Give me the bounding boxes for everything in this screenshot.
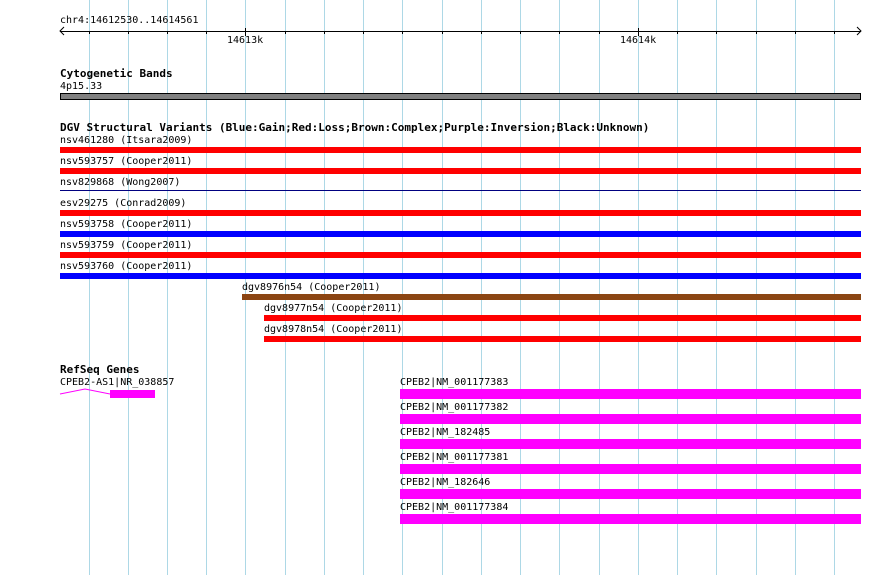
gene-bar[interactable] (400, 514, 861, 524)
gene-bar[interactable] (400, 489, 861, 499)
ruler-minor-tick (324, 31, 325, 34)
ruler-minor-tick (363, 31, 364, 34)
cytoband-track-title: Cytogenetic Bands (60, 67, 173, 80)
gene-bar[interactable] (400, 389, 861, 399)
ruler-minor-tick (481, 31, 482, 34)
dgv-variant-bar[interactable] (60, 252, 861, 258)
gene-label[interactable]: CPEB2-AS1|NR_038857 (60, 377, 174, 388)
dgv-variant-label[interactable]: nsv461280 (Itsara2009) (60, 135, 192, 146)
dgv-variant-bar[interactable] (60, 168, 861, 174)
grid-line (128, 0, 129, 575)
ruler-arrows (59, 26, 862, 36)
dgv-variant-bar[interactable] (60, 147, 861, 153)
gene-label[interactable]: CPEB2|NM_182646 (400, 477, 490, 488)
dgv-variant-bar[interactable] (60, 190, 861, 191)
dgv-variant-bar[interactable] (264, 336, 861, 342)
ruler-minor-tick (795, 31, 796, 34)
dgv-variant-bar[interactable] (264, 315, 861, 321)
ruler-minor-tick (206, 31, 207, 34)
ruler-minor-tick (756, 31, 757, 34)
ruler-minor-tick (520, 31, 521, 34)
dgv-variant-label[interactable]: nsv593758 (Cooper2011) (60, 219, 192, 230)
dgv-variant-label[interactable]: nsv593760 (Cooper2011) (60, 261, 192, 272)
grid-line (206, 0, 207, 575)
ruler-minor-tick (716, 31, 717, 34)
dgv-variant-bar[interactable] (60, 210, 861, 216)
grid-line (167, 0, 168, 575)
ruler-minor-tick (402, 31, 403, 34)
refseq-track-title: RefSeq Genes (60, 363, 140, 376)
gene-label[interactable]: CPEB2|NM_001177381 (400, 452, 508, 463)
ruler-minor-tick (285, 31, 286, 34)
gene-bar[interactable] (110, 390, 155, 398)
ruler-minor-tick (128, 31, 129, 34)
gene-bar[interactable] (400, 464, 861, 474)
dgv-variant-label[interactable]: nsv593757 (Cooper2011) (60, 156, 192, 167)
ruler-minor-tick (89, 31, 90, 34)
ruler-tick-label: 14613k (227, 35, 264, 46)
dgv-variant-label[interactable]: dgv8978n54 (Cooper2011) (264, 324, 402, 335)
dgv-track-title: DGV Structural Variants (Blue:Gain;Red:L… (60, 121, 650, 134)
ruler-minor-tick (599, 31, 600, 34)
ruler-tick-label: 14614k (620, 35, 657, 46)
ruler-minor-tick (167, 31, 168, 34)
dgv-variant-label[interactable]: nsv593759 (Cooper2011) (60, 240, 192, 251)
dgv-variant-label[interactable]: dgv8976n54 (Cooper2011) (242, 282, 380, 293)
gene-bar[interactable] (400, 414, 861, 424)
ruler-minor-tick (559, 31, 560, 34)
dgv-variant-bar[interactable] (242, 294, 861, 300)
dgv-variant-bar[interactable] (60, 273, 861, 279)
cytoband-label[interactable]: 4p15.33 (60, 81, 102, 92)
gene-label[interactable]: CPEB2|NM_001177384 (400, 502, 508, 513)
ruler-minor-tick (442, 31, 443, 34)
dgv-variant-label[interactable]: dgv8977n54 (Cooper2011) (264, 303, 402, 314)
ruler-minor-tick (834, 31, 835, 34)
dgv-variant-label[interactable]: esv29275 (Conrad2009) (60, 198, 186, 209)
dgv-variant-label[interactable]: nsv829868 (Wong2007) (60, 177, 180, 188)
gene-label[interactable]: CPEB2|NM_001177382 (400, 402, 508, 413)
gene-bar[interactable] (400, 439, 861, 449)
gene-label[interactable]: CPEB2|NM_001177383 (400, 377, 508, 388)
gene-label[interactable]: CPEB2|NM_182485 (400, 427, 490, 438)
ruler-minor-tick (677, 31, 678, 34)
cytoband-bar[interactable] (60, 93, 861, 100)
dgv-variant-bar[interactable] (60, 231, 861, 237)
